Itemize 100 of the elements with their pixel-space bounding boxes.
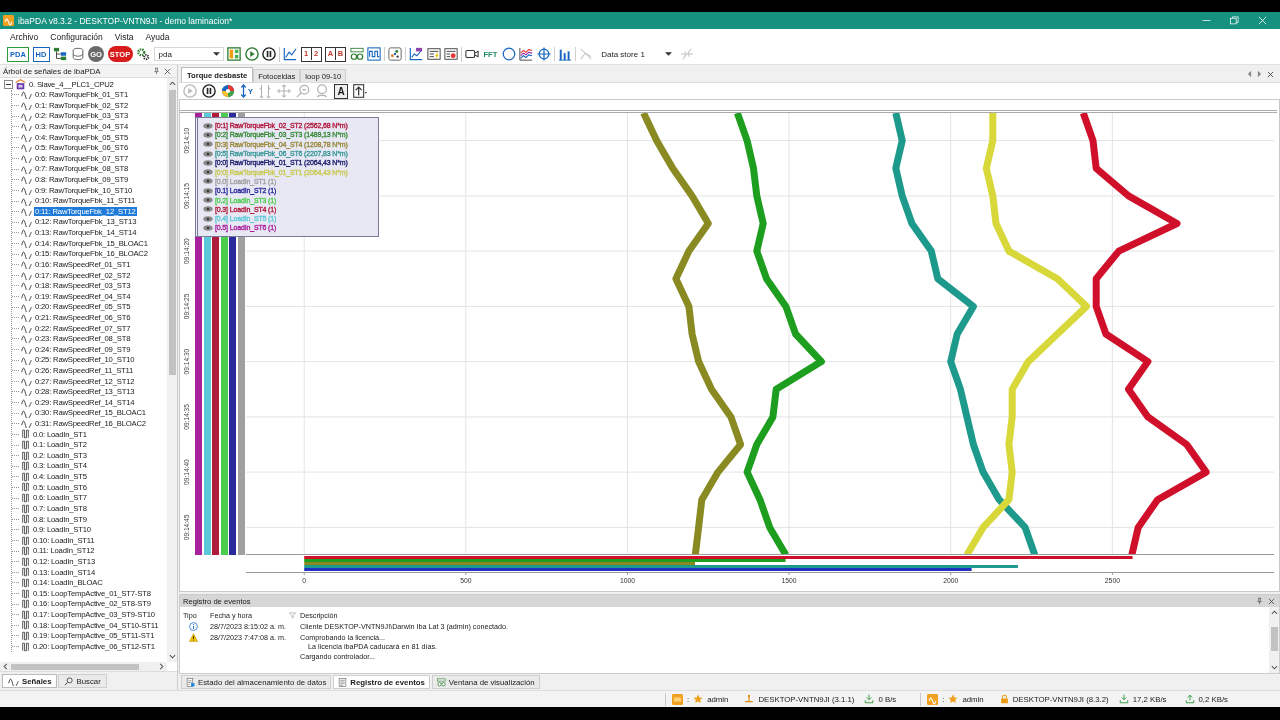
eye-icon[interactable] [203, 159, 213, 166]
eye-icon[interactable] [203, 206, 213, 213]
wave-icon [21, 164, 32, 174]
list-lightning-icon[interactable] [426, 47, 441, 61]
restore-icon[interactable] [1230, 16, 1239, 25]
wave-icon [21, 398, 32, 408]
house-icon [15, 78, 26, 90]
scroll-right-icon[interactable] [1257, 70, 1262, 78]
wave-icon [21, 281, 32, 291]
pin-icon[interactable] [153, 67, 160, 75]
wave-icon [21, 260, 32, 270]
close-icon[interactable] [1267, 70, 1274, 78]
eye-icon[interactable] [203, 224, 213, 231]
horizontal-scrollbar[interactable] [0, 662, 167, 671]
eye-icon[interactable] [203, 169, 213, 176]
connection-icon [744, 694, 755, 704]
scrollbar-thumb[interactable] [11, 663, 139, 670]
search-icon [64, 676, 74, 686]
vertical-scrollbar[interactable] [167, 78, 177, 662]
scatter-plot-icon[interactable] [388, 47, 402, 61]
pulse-icon [21, 556, 30, 567]
menu-item[interactable]: Configuración [44, 31, 109, 42]
scrollbar-thumb[interactable] [168, 90, 176, 375]
pulse-icon [21, 514, 30, 525]
wave-icon [21, 313, 32, 323]
chart-window-icon[interactable] [409, 47, 423, 61]
pulse-icon [21, 524, 30, 535]
scrollbar-thumb[interactable] [1270, 627, 1278, 651]
scroll-down-icon[interactable] [1270, 665, 1278, 670]
caret-icon [665, 52, 673, 56]
wave-icon [21, 419, 32, 429]
network-tree-icon[interactable] [53, 47, 67, 61]
glasses-icon [436, 677, 446, 687]
warning-icon [189, 633, 198, 642]
pin-icon[interactable] [1256, 597, 1263, 605]
wave-icon [21, 366, 32, 376]
eye-icon[interactable] [203, 131, 213, 138]
pulse-icon [21, 493, 30, 504]
line-chart-icon[interactable] [283, 47, 297, 61]
video-camera-icon[interactable] [465, 47, 479, 61]
waterfall-chart-icon[interactable] [519, 47, 534, 61]
eye-icon[interactable] [203, 178, 213, 185]
scroll-left-icon[interactable] [1247, 70, 1252, 78]
menu-item[interactable]: Ayuda [139, 31, 176, 42]
wave-icon [21, 334, 32, 344]
wave-icon [21, 185, 32, 195]
wave-icon [21, 323, 32, 333]
panel-layout-icon[interactable] [227, 47, 241, 61]
collapse-icon[interactable] [4, 79, 13, 89]
wave-icon [21, 376, 32, 386]
square-wave-icon[interactable] [367, 47, 381, 61]
scroll-right-icon[interactable] [159, 663, 164, 670]
eye-icon[interactable] [203, 187, 213, 194]
star-icon [948, 694, 959, 704]
wave-icon [21, 207, 32, 217]
list-icon [338, 677, 348, 687]
list-window-icon[interactable] [444, 47, 458, 61]
glasses-icon[interactable] [349, 47, 364, 61]
scroll-up-icon[interactable] [168, 81, 176, 86]
wave-icon [21, 217, 32, 227]
wave-icon [21, 345, 32, 355]
eye-icon[interactable] [203, 141, 213, 148]
pulse-icon [21, 450, 30, 461]
dropdown-field[interactable]: pda [153, 47, 224, 61]
text-format-button[interactable]: A [334, 83, 348, 99]
pulse-icon [21, 429, 30, 440]
app-logo-icon [3, 15, 14, 26]
vertical-arrows-icon [240, 84, 247, 98]
pulse-icon [21, 599, 30, 610]
wave-icon [21, 154, 32, 164]
pulse-icon [21, 620, 30, 631]
download-icon [864, 694, 875, 704]
crosshair-icon[interactable] [536, 47, 551, 61]
bar-chart-icon[interactable] [557, 47, 572, 61]
gears-icon[interactable] [136, 47, 150, 61]
close-icon[interactable] [164, 67, 171, 75]
database-icon[interactable] [70, 47, 85, 61]
wave-icon [21, 101, 32, 110]
close-icon[interactable] [1268, 597, 1275, 605]
menu-item[interactable]: Archivo [4, 31, 45, 42]
eye-icon[interactable] [203, 215, 213, 222]
pause-icon[interactable] [202, 84, 216, 98]
eye-icon[interactable] [203, 150, 213, 157]
scroll-down-icon[interactable] [168, 654, 176, 659]
pause-icon[interactable] [262, 47, 276, 61]
wave-icon [21, 270, 32, 280]
wave-icon [21, 249, 32, 259]
play-icon[interactable] [244, 47, 259, 61]
scroll-up-icon[interactable] [1270, 610, 1278, 615]
pulse-icon [21, 461, 30, 472]
menu-item[interactable]: Vista [108, 31, 140, 42]
wave-icon [21, 175, 32, 185]
scroll-left-icon[interactable] [3, 663, 8, 670]
color-wheel-icon[interactable] [221, 84, 235, 98]
circle-icon[interactable] [501, 47, 516, 61]
eye-icon[interactable] [203, 122, 213, 129]
pulse-icon [21, 535, 30, 546]
vertical-scrollbar[interactable] [1269, 607, 1279, 673]
pulse-icon [21, 577, 30, 588]
eye-icon[interactable] [203, 197, 213, 203]
